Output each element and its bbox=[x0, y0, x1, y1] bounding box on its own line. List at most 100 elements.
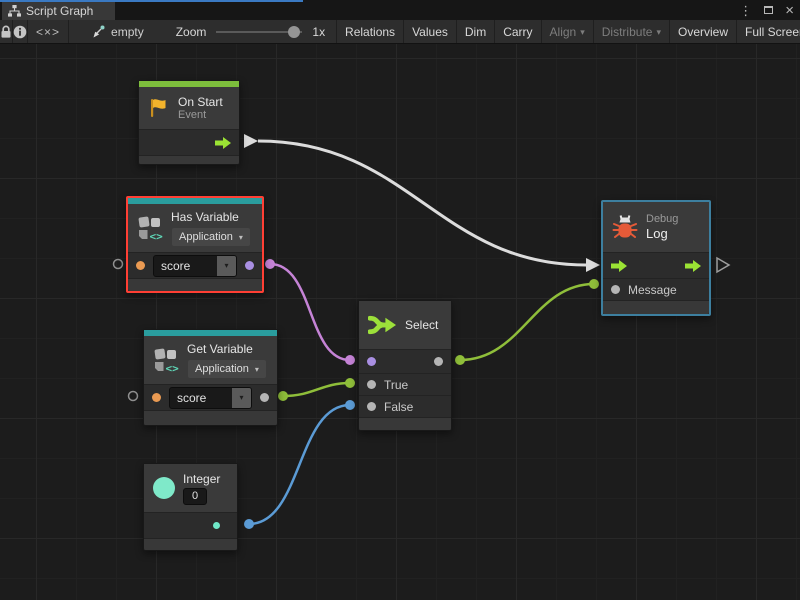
flow-output-port[interactable] bbox=[685, 260, 701, 272]
integer-circle-icon bbox=[153, 477, 175, 499]
false-port-label: False bbox=[384, 400, 413, 414]
script-graph-window: Script Graph ⋮ × <×> bbox=[0, 0, 800, 600]
variable-name-value[interactable]: score bbox=[170, 388, 232, 408]
chevron-down-icon: ▾ bbox=[239, 233, 243, 242]
value-output-port[interactable] bbox=[260, 393, 269, 402]
node-has-variable[interactable]: <> Has Variable Application ▾ score ▾ bbox=[126, 196, 264, 293]
node-get-variable[interactable]: <> Get Variable Application ▾ score ▾ bbox=[143, 329, 278, 426]
graph-toolbar: <×> empty Zoom 1x Relations Values Dim C… bbox=[0, 20, 800, 44]
integer-value-field[interactable]: 0 bbox=[183, 488, 207, 505]
node-subtitle: Event bbox=[178, 109, 223, 122]
values-button[interactable]: Values bbox=[404, 20, 457, 43]
condition-input-port[interactable] bbox=[367, 357, 376, 366]
panel-menu-button[interactable]: ⋮ bbox=[739, 4, 752, 17]
node-title: Get Variable bbox=[187, 342, 267, 356]
graph-hierarchy-icon bbox=[8, 5, 21, 17]
variable-name-value[interactable]: score bbox=[154, 256, 217, 276]
chevron-down-icon[interactable]: ▾ bbox=[217, 256, 236, 276]
maximize-button[interactable] bbox=[764, 6, 773, 14]
tab-bar: Script Graph ⋮ × bbox=[0, 0, 800, 20]
window-controls: ⋮ × bbox=[739, 0, 794, 20]
flow-input-port[interactable] bbox=[611, 260, 627, 272]
variables-icon: <> bbox=[137, 215, 163, 241]
distribute-dropdown[interactable]: Distribute ▾ bbox=[594, 20, 670, 43]
name-input-port[interactable] bbox=[152, 393, 161, 402]
svg-text:<>: <> bbox=[166, 362, 180, 373]
variable-scope-dropdown[interactable]: Application ▾ bbox=[187, 359, 267, 379]
node-footer bbox=[359, 417, 451, 430]
node-footer bbox=[144, 538, 237, 550]
message-input-port[interactable] bbox=[611, 285, 620, 294]
tab-title: Script Graph bbox=[26, 4, 93, 18]
node-footer bbox=[144, 410, 277, 425]
align-dropdown[interactable]: Align ▾ bbox=[542, 20, 594, 43]
zoom-label: Zoom bbox=[176, 25, 207, 39]
edit-graph-button[interactable]: <×> bbox=[28, 20, 69, 43]
wire-getvariable-to-select-true[interactable] bbox=[278, 378, 355, 401]
align-label: Align bbox=[550, 25, 577, 39]
wire-onstart-to-log[interactable] bbox=[244, 134, 600, 272]
name-input-port[interactable] bbox=[136, 261, 145, 270]
node-integer[interactable]: Integer 0 bbox=[143, 463, 238, 551]
dim-button[interactable]: Dim bbox=[457, 20, 495, 43]
toolbar-middle: empty Zoom 1x bbox=[69, 20, 337, 43]
scope-value: Application bbox=[195, 363, 249, 375]
chevron-down-icon[interactable]: ▾ bbox=[232, 388, 251, 408]
graph-canvas[interactable]: On Start Event <> bbox=[0, 44, 800, 600]
selection-output-port[interactable] bbox=[434, 357, 443, 366]
chevron-down-icon: ▾ bbox=[255, 365, 259, 374]
close-button[interactable]: × bbox=[785, 3, 794, 18]
flow-output-port[interactable] bbox=[215, 137, 231, 149]
node-on-start[interactable]: On Start Event bbox=[138, 80, 240, 165]
true-input-port[interactable] bbox=[367, 380, 376, 389]
tool-status-label: empty bbox=[111, 25, 144, 39]
svg-text:<>: <> bbox=[150, 230, 164, 241]
scope-value: Application bbox=[179, 231, 233, 243]
false-input-port[interactable] bbox=[367, 402, 376, 411]
unconnected-input-indicator bbox=[114, 260, 123, 269]
node-title: Log bbox=[646, 226, 678, 242]
node-title: Integer bbox=[183, 472, 220, 486]
code-icon: <×> bbox=[36, 25, 60, 39]
node-footer bbox=[128, 278, 262, 291]
node-select[interactable]: Select True False bbox=[358, 300, 452, 431]
zoom-value: 1x bbox=[312, 25, 325, 39]
connect-cursor-icon bbox=[91, 25, 105, 39]
flag-icon bbox=[148, 97, 170, 119]
debug-bug-icon bbox=[612, 215, 638, 240]
info-icon bbox=[13, 25, 27, 39]
node-title: Has Variable bbox=[171, 210, 251, 224]
fullscreen-button[interactable]: Full Screen bbox=[737, 20, 800, 43]
lock-icon bbox=[0, 25, 12, 39]
node-footer bbox=[603, 300, 709, 314]
wire-select-to-log-message[interactable] bbox=[455, 279, 599, 365]
message-port-label: Message bbox=[628, 283, 677, 297]
carry-button[interactable]: Carry bbox=[495, 20, 541, 43]
variable-name-combo[interactable]: score ▾ bbox=[153, 255, 237, 277]
result-output-port[interactable] bbox=[245, 261, 254, 270]
relations-button[interactable]: Relations bbox=[337, 20, 404, 43]
unconnected-input-indicator bbox=[129, 392, 138, 401]
wire-hasvariable-to-select[interactable] bbox=[265, 259, 355, 365]
distribute-label: Distribute bbox=[602, 25, 653, 39]
node-footer bbox=[139, 155, 239, 164]
variable-name-combo[interactable]: score ▾ bbox=[169, 387, 252, 409]
variables-icon: <> bbox=[153, 347, 179, 373]
lock-button[interactable] bbox=[0, 20, 13, 43]
node-title: On Start bbox=[178, 95, 223, 109]
node-title: Select bbox=[405, 318, 438, 332]
select-merge-icon bbox=[368, 314, 397, 336]
chevron-down-icon: ▾ bbox=[656, 27, 661, 38]
zoom-slider-handle[interactable] bbox=[288, 26, 300, 38]
variable-scope-dropdown[interactable]: Application ▾ bbox=[171, 227, 251, 247]
value-output-port[interactable] bbox=[213, 522, 220, 529]
inspect-button[interactable] bbox=[13, 20, 28, 43]
unconnected-output-indicator bbox=[717, 258, 729, 272]
zoom-slider[interactable] bbox=[216, 31, 302, 33]
chevron-down-icon: ▾ bbox=[580, 27, 585, 38]
node-category: Debug bbox=[646, 213, 678, 226]
tab-script-graph[interactable]: Script Graph bbox=[2, 2, 115, 20]
overview-button[interactable]: Overview bbox=[670, 20, 737, 43]
true-port-label: True bbox=[384, 378, 408, 392]
node-debug-log[interactable]: Debug Log Message bbox=[601, 200, 711, 316]
